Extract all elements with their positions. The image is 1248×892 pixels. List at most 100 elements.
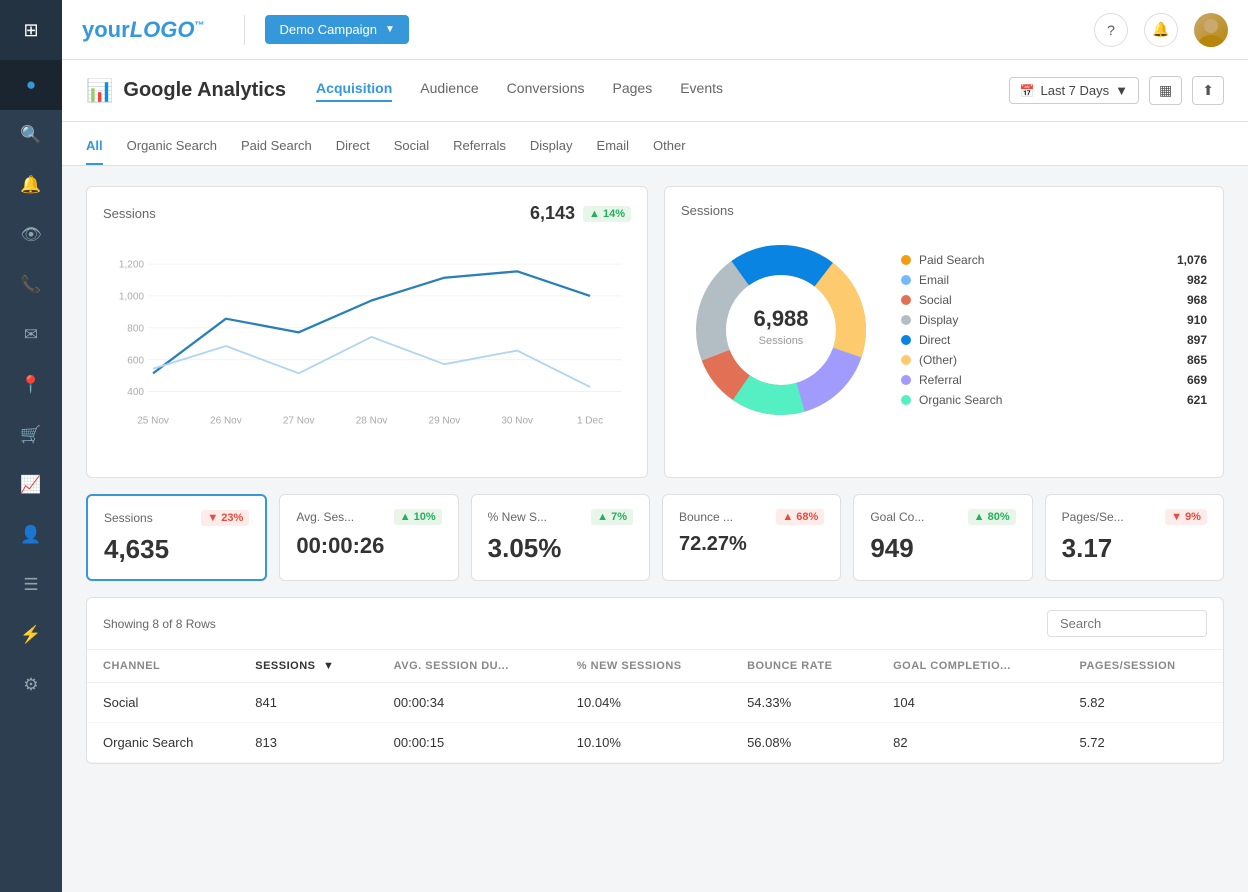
legend-organic-search: Organic Search 621: [901, 390, 1207, 410]
metric-avg-badge: ▲ 10%: [394, 509, 442, 525]
demo-campaign-button[interactable]: Demo Campaign ▼: [265, 15, 408, 44]
cell-goal: 82: [877, 723, 1063, 763]
sub-tab-organic[interactable]: Organic Search: [127, 138, 217, 165]
notifications-button[interactable]: 🔔: [1144, 13, 1178, 47]
metric-bounce-header: Bounce ... ▲ 68%: [679, 509, 824, 525]
share-icon: ⬆: [1202, 82, 1214, 98]
metric-goal-value: 949: [870, 533, 1015, 564]
metric-bounce[interactable]: Bounce ... ▲ 68% 72.27%: [662, 494, 841, 581]
topbar: yourLOGO™ Demo Campaign ▼ ? 🔔: [62, 0, 1248, 60]
line-chart-badge: ▲ 14%: [583, 206, 631, 222]
metric-pages-header: Pages/Se... ▼ 9%: [1062, 509, 1207, 525]
metric-sessions-label: Sessions: [104, 511, 153, 525]
metric-new-label: % New S...: [488, 510, 547, 524]
svg-text:29 Nov: 29 Nov: [429, 415, 461, 426]
metric-avg-value: 00:00:26: [296, 533, 441, 559]
donut-legend: Paid Search 1,076 Email 982 Social 968: [901, 250, 1207, 410]
sub-tab-all[interactable]: All: [86, 138, 103, 165]
metric-bounce-badge: ▲ 68%: [776, 509, 824, 525]
sidebar-home[interactable]: ⊞: [0, 0, 62, 60]
metric-goal-label: Goal Co...: [870, 510, 924, 524]
sidebar-item-email[interactable]: ✉: [0, 310, 62, 360]
page-area: 📊 Google Analytics Acquisition Audience …: [62, 60, 1248, 892]
tab-events[interactable]: Events: [680, 80, 723, 102]
svg-text:1,200: 1,200: [119, 260, 144, 271]
sessions-line-chart-card: Sessions 6,143 ▲ 14%: [86, 186, 648, 478]
logo-tm: ™: [194, 20, 204, 31]
sidebar-item-location[interactable]: 📍: [0, 360, 62, 410]
grid-view-button[interactable]: ▦: [1149, 76, 1182, 105]
svg-text:800: 800: [127, 323, 144, 334]
main-content: yourLOGO™ Demo Campaign ▼ ? 🔔: [62, 0, 1248, 892]
integrations-icon: ⚡: [20, 625, 41, 645]
svg-text:1,000: 1,000: [119, 292, 144, 303]
svg-text:27 Nov: 27 Nov: [283, 415, 315, 426]
home-icon: ⊞: [23, 20, 38, 41]
content-body: Sessions 6,143 ▲ 14%: [62, 166, 1248, 784]
sidebar-item-users[interactable]: 👤: [0, 510, 62, 560]
sidebar-item-notifications[interactable]: 🔔: [0, 160, 62, 210]
col-sessions[interactable]: SESSIONS ▼: [239, 650, 377, 683]
col-bounce: BOUNCE RATE: [731, 650, 877, 683]
table-toolbar: Showing 8 of 8 Rows: [87, 598, 1223, 650]
metric-sessions[interactable]: Sessions ▼ 23% 4,635: [86, 494, 267, 581]
sub-tab-social[interactable]: Social: [394, 138, 429, 165]
tab-acquisition[interactable]: Acquisition: [316, 80, 392, 102]
sidebar-item-cart[interactable]: 🛒: [0, 410, 62, 460]
metric-avg-session[interactable]: Avg. Ses... ▲ 10% 00:00:26: [279, 494, 458, 581]
donut-svg: 6,988 Sessions: [681, 230, 881, 430]
avatar[interactable]: [1194, 13, 1228, 47]
sub-tab-paid[interactable]: Paid Search: [241, 138, 312, 165]
bell-topbar-icon: 🔔: [1152, 21, 1169, 38]
last-days-label: Last 7 Days: [1041, 83, 1110, 98]
sort-arrow-icon: ▼: [323, 660, 334, 672]
svg-text:30 Nov: 30 Nov: [501, 415, 533, 426]
metric-new-value: 3.05%: [488, 533, 633, 564]
phone-icon: 📞: [20, 275, 41, 295]
metric-pages-badge: ▼ 9%: [1165, 509, 1207, 525]
svg-text:6,988: 6,988: [753, 306, 808, 331]
metric-pages[interactable]: Pages/Se... ▼ 9% 3.17: [1045, 494, 1224, 581]
metric-sessions-value: 4,635: [104, 534, 249, 565]
sidebar-item-analytics[interactable]: ●: [0, 60, 62, 110]
sub-tab-referrals[interactable]: Referrals: [453, 138, 506, 165]
sidebar-item-list[interactable]: ☰: [0, 560, 62, 610]
sub-tab-direct[interactable]: Direct: [336, 138, 370, 165]
line-chart-title: Sessions: [103, 206, 156, 221]
tab-conversions[interactable]: Conversions: [507, 80, 585, 102]
grid-icon: ▦: [1159, 82, 1172, 98]
sessions-donut-chart-card: Sessions: [664, 186, 1224, 478]
svg-text:Sessions: Sessions: [759, 335, 804, 347]
reports-icon: 📈: [20, 475, 41, 495]
metric-goal[interactable]: Goal Co... ▲ 80% 949: [853, 494, 1032, 581]
sidebar-item-phone[interactable]: 📞: [0, 260, 62, 310]
help-button[interactable]: ?: [1094, 13, 1128, 47]
sub-tab-display[interactable]: Display: [530, 138, 573, 165]
sidebar-item-integrations[interactable]: ⚡: [0, 610, 62, 660]
sidebar-item-reports[interactable]: 📈: [0, 460, 62, 510]
table-header-row: CHANNEL SESSIONS ▼ AVG. SESSION DU... % …: [87, 650, 1223, 683]
metrics-row: Sessions ▼ 23% 4,635 Avg. Ses... ▲ 10% 0…: [86, 494, 1224, 581]
line-chart-value: 6,143: [530, 203, 575, 224]
table-search-input[interactable]: [1047, 610, 1207, 637]
tab-pages[interactable]: Pages: [613, 80, 653, 102]
col-pages: PAGES/SESSION: [1063, 650, 1223, 683]
table-row: Social 841 00:00:34 10.04% 54.33% 104 5.…: [87, 683, 1223, 723]
tab-audience[interactable]: Audience: [420, 80, 478, 102]
topbar-icons: ? 🔔: [1094, 13, 1228, 47]
svg-text:600: 600: [127, 355, 144, 366]
email-icon: ✉: [24, 325, 38, 345]
sidebar-item-settings[interactable]: ⚙: [0, 660, 62, 710]
data-table: CHANNEL SESSIONS ▼ AVG. SESSION DU... % …: [87, 650, 1223, 763]
logo-divider: [244, 15, 245, 45]
sidebar-item-search[interactable]: 🔍: [0, 110, 62, 160]
donut-area: 6,988 Sessions Paid Search 1,076 Email 9…: [681, 230, 1207, 430]
chevron-down-icon: ▼: [385, 24, 395, 35]
last-days-button[interactable]: 📅 Last 7 Days ▼: [1009, 77, 1139, 104]
sidebar-item-eye[interactable]: 👁: [0, 210, 62, 260]
share-button[interactable]: ⬆: [1192, 76, 1224, 105]
sub-tab-email[interactable]: Email: [597, 138, 630, 165]
metric-new-sessions[interactable]: % New S... ▲ 7% 3.05%: [471, 494, 650, 581]
sub-tab-other[interactable]: Other: [653, 138, 686, 165]
svg-text:400: 400: [127, 387, 144, 398]
